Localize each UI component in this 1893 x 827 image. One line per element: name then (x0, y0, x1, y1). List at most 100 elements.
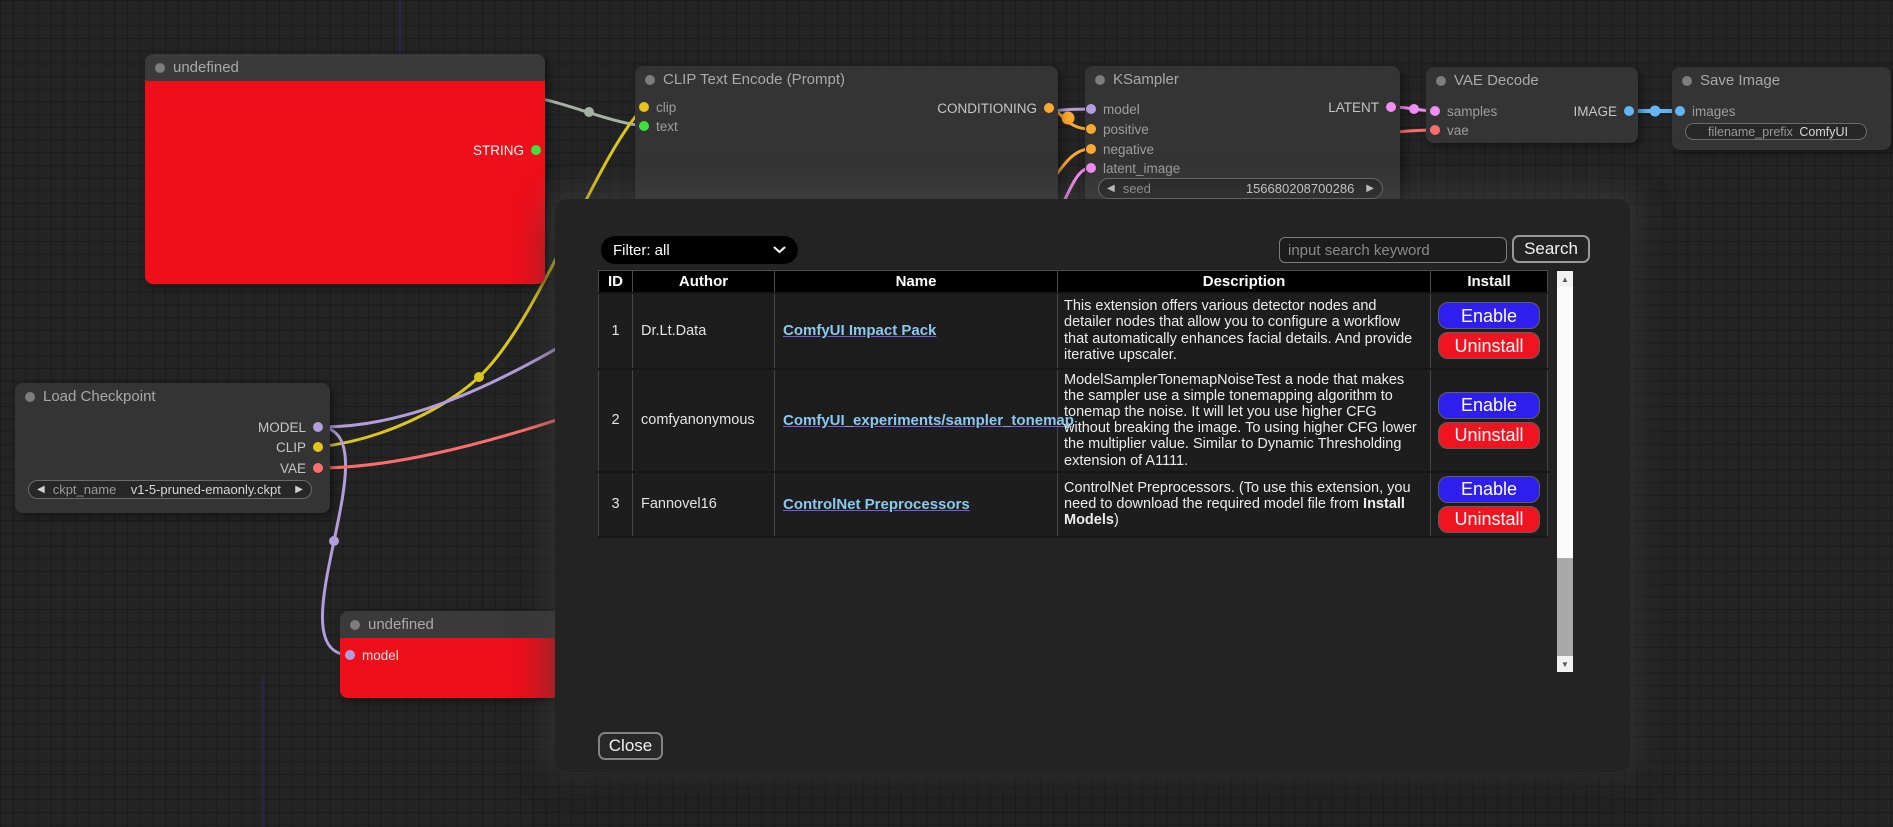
filter-selected-value: Filter: all (613, 242, 670, 259)
output-slot-dot[interactable] (313, 442, 323, 452)
input-slot-dot[interactable] (1086, 163, 1096, 173)
node-save-image[interactable]: Save Image images filename_prefix ComfyU… (1672, 67, 1891, 150)
table-scrollbar[interactable]: ▲ ▼ (1557, 271, 1573, 672)
node-title-bar[interactable]: CLIP Text Encode (Prompt) (635, 66, 1058, 93)
table-header-row: ID Author Name Description Install (599, 271, 1548, 293)
input-slot-label: negative (1103, 142, 1154, 157)
node-title-label: undefined (368, 616, 434, 633)
cell-id: 3 (599, 472, 633, 537)
extension-link[interactable]: ComfyUI Impact Pack (783, 322, 936, 339)
output-slot-dot[interactable] (1044, 103, 1054, 113)
node-load-checkpoint[interactable]: Load Checkpoint MODEL CLIP VAE ◀ ckpt_na… (15, 383, 330, 513)
output-slot-dot[interactable] (1386, 102, 1396, 112)
uninstall-button[interactable]: Uninstall (1438, 506, 1540, 533)
node-vae-decode[interactable]: VAE Decode samples vae IMAGE (1426, 67, 1638, 143)
enable-button[interactable]: Enable (1438, 392, 1540, 419)
seed-widget[interactable]: ◀ seed 156680208700286 ▶ (1098, 178, 1383, 199)
collapse-dot-icon[interactable] (155, 63, 165, 73)
ckpt-name-widget[interactable]: ◀ ckpt_name v1-5-pruned-emaonly.ckpt ▶ (28, 480, 312, 499)
extension-link[interactable]: ControlNet Preprocessors (783, 496, 970, 513)
cell-description: ModelSamplerTonemapNoiseTest a node that… (1058, 369, 1431, 472)
cell-install: Enable Uninstall (1431, 293, 1548, 369)
widget-value: 156680208700286 (1246, 181, 1354, 196)
node-title-bar[interactable]: undefined (145, 54, 545, 81)
uninstall-button[interactable]: Uninstall (1438, 332, 1540, 359)
output-slot-label: CLIP (276, 440, 306, 455)
widget-label: seed (1123, 181, 1151, 196)
collapse-dot-icon[interactable] (1095, 75, 1105, 85)
output-slot-label: LATENT (1328, 100, 1379, 115)
input-slot-label: text (656, 119, 678, 134)
output-slot-dot[interactable] (313, 463, 323, 473)
input-slot-label: positive (1103, 122, 1149, 137)
node-title-label: VAE Decode (1454, 72, 1539, 89)
prev-arrow-icon[interactable]: ◀ (29, 484, 53, 495)
input-slot-dot[interactable] (1086, 104, 1096, 114)
search-input[interactable] (1279, 237, 1507, 263)
enable-button[interactable]: Enable (1438, 476, 1540, 503)
close-button[interactable]: Close (598, 732, 663, 760)
table-row: 3 Fannovel16 ControlNet Preprocessors Co… (599, 472, 1548, 537)
node-title-bar[interactable]: KSampler (1085, 66, 1400, 93)
scroll-up-icon[interactable]: ▲ (1557, 271, 1573, 287)
collapse-dot-icon[interactable] (1436, 76, 1446, 86)
cell-id: 1 (599, 293, 633, 369)
widget-label: ckpt_name (53, 482, 117, 497)
col-header-author: Author (633, 271, 775, 293)
node-undefined-string[interactable]: undefined STRING (145, 54, 545, 284)
collapse-dot-icon[interactable] (350, 620, 360, 630)
cell-author: comfyanonymous (633, 369, 775, 472)
input-slot-dot[interactable] (1675, 106, 1685, 116)
table-row: 1 Dr.Lt.Data ComfyUI Impact Pack This ex… (599, 293, 1548, 369)
output-slot-dot[interactable] (1624, 106, 1634, 116)
input-slot-dot[interactable] (1430, 125, 1440, 135)
enable-button[interactable]: Enable (1438, 302, 1540, 329)
input-slot-label: images (1692, 104, 1736, 119)
output-slot-label: IMAGE (1573, 104, 1617, 119)
node-error-body (145, 81, 545, 284)
input-slot-dot[interactable] (1086, 124, 1096, 134)
output-slot-dot[interactable] (313, 422, 323, 432)
link-midpoint-dot (474, 372, 484, 382)
cell-description: This extension offers various detector n… (1058, 293, 1431, 369)
input-slot-dot[interactable] (345, 650, 355, 660)
input-slot-dot[interactable] (639, 102, 649, 112)
node-title-bar[interactable]: Save Image (1672, 67, 1891, 94)
decrement-arrow-icon[interactable]: ◀ (1099, 183, 1123, 194)
col-header-install: Install (1431, 271, 1548, 293)
filter-select[interactable]: Filter: all (601, 236, 798, 264)
custom-nodes-table-container: ID Author Name Description Install 1 Dr.… (598, 270, 1573, 672)
input-slot-label: latent_image (1103, 161, 1180, 176)
input-slot-dot[interactable] (1430, 106, 1440, 116)
custom-nodes-table: ID Author Name Description Install 1 Dr.… (598, 270, 1548, 538)
node-title-bar[interactable]: VAE Decode (1426, 67, 1638, 94)
scrollbar-thumb[interactable] (1557, 287, 1573, 558)
node-title-label: CLIP Text Encode (Prompt) (663, 71, 845, 88)
input-slot-label: model (1103, 102, 1140, 117)
input-slot-dot[interactable] (639, 121, 649, 131)
link-midpoint-dot (1650, 106, 1661, 117)
table-row: 2 comfyanonymous ComfyUI_experiments/sam… (599, 369, 1548, 472)
scroll-down-icon[interactable]: ▼ (1557, 656, 1573, 672)
node-title-label: Save Image (1700, 72, 1780, 89)
collapse-dot-icon[interactable] (645, 75, 655, 85)
collapse-dot-icon[interactable] (1682, 76, 1692, 86)
cell-author: Fannovel16 (633, 472, 775, 537)
node-title-bar[interactable]: Load Checkpoint (15, 383, 330, 410)
uninstall-button[interactable]: Uninstall (1438, 422, 1540, 449)
next-arrow-icon[interactable]: ▶ (295, 484, 311, 495)
output-slot-dot[interactable] (531, 145, 541, 155)
widget-value: v1-5-pruned-emaonly.ckpt (131, 482, 281, 497)
input-slot-dot[interactable] (1086, 144, 1096, 154)
node-ksampler[interactable]: KSampler model positive negative latent_… (1085, 66, 1400, 216)
search-button[interactable]: Search (1512, 235, 1590, 263)
node-title-label: undefined (173, 59, 239, 76)
increment-arrow-icon[interactable]: ▶ (1366, 183, 1382, 194)
input-slot-label: model (362, 648, 399, 663)
filename-prefix-widget[interactable]: filename_prefix ComfyUI (1685, 123, 1867, 140)
output-slot-label: MODEL (258, 420, 306, 435)
widget-label: filename_prefix (1708, 125, 1793, 139)
collapse-dot-icon[interactable] (25, 392, 35, 402)
extension-link[interactable]: ComfyUI_experiments/sampler_tonemap (783, 412, 1074, 429)
output-slot-label: CONDITIONING (937, 101, 1037, 116)
